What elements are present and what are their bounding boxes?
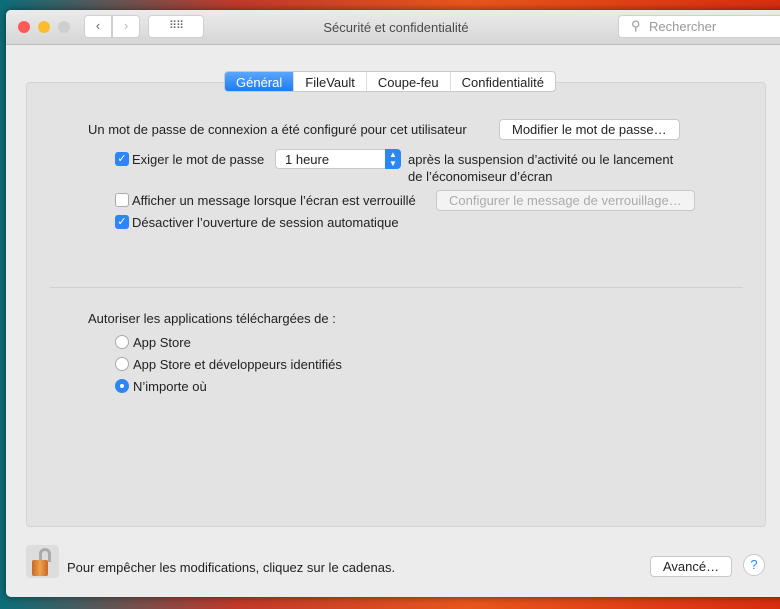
- tab-bar: Général FileVault Coupe-feu Confidential…: [224, 71, 556, 92]
- help-icon[interactable]: ?: [743, 554, 765, 576]
- password-text: Un mot de passe de connexion a été confi…: [88, 122, 467, 137]
- show-message-checkbox[interactable]: [115, 193, 129, 207]
- divider: [50, 287, 743, 288]
- search-icon: ⚲: [631, 18, 641, 33]
- radio-app-store[interactable]: [115, 335, 129, 349]
- radio-anywhere-label: N’importe où: [133, 379, 207, 394]
- title-bar: ‹ › ⠿⠿ Sécurité et confidentialité ⚲ Rech…: [6, 10, 780, 45]
- tab-general[interactable]: Général: [225, 72, 295, 91]
- advanced-button[interactable]: Avancé…: [650, 556, 733, 577]
- radio-identified-developers[interactable]: [115, 357, 129, 371]
- select-value: 1 heure: [285, 152, 330, 167]
- tab-filevault[interactable]: FileVault: [294, 72, 367, 91]
- lock-icon[interactable]: [26, 545, 59, 578]
- tab-privacy[interactable]: Confidentialité: [451, 72, 555, 91]
- require-password-after-1: après la suspension d’activité ou le lan…: [408, 152, 674, 167]
- search-placeholder: Rechercher: [649, 19, 717, 34]
- radio-anywhere[interactable]: [115, 379, 129, 393]
- allow-apps-label: Autoriser les applications téléchargées …: [88, 311, 336, 326]
- search-input[interactable]: ⚲ Rechercher: [618, 15, 780, 38]
- show-message-label: Afficher un message lorsque l’écran est …: [132, 193, 416, 208]
- radio-app-store-label: App Store: [133, 335, 191, 350]
- require-password-select[interactable]: 1 heure ▲ ▼: [275, 149, 401, 169]
- require-password-after-2: de l’économiseur d’écran: [408, 169, 553, 184]
- chevron-updown-icon: ▲ ▼: [385, 149, 401, 169]
- change-password-button[interactable]: Modifier le mot de passe…: [499, 119, 680, 140]
- configure-message-button[interactable]: Configurer le message de verrouillage…: [436, 190, 695, 211]
- require-password-checkbox[interactable]: ✓: [115, 152, 129, 166]
- preferences-window: ‹ › ⠿⠿ Sécurité et confidentialité ⚲ Rech…: [6, 10, 780, 597]
- require-password-label: Exiger le mot de passe: [132, 152, 265, 167]
- tab-firewall[interactable]: Coupe-feu: [367, 72, 451, 91]
- lock-text: Pour empêcher les modifications, cliquez…: [67, 560, 396, 575]
- disable-auto-login-checkbox[interactable]: ✓: [115, 215, 129, 229]
- disable-auto-login-label: Désactiver l’ouverture de session automa…: [132, 215, 399, 230]
- radio-identified-developers-label: App Store et développeurs identifiés: [133, 357, 342, 372]
